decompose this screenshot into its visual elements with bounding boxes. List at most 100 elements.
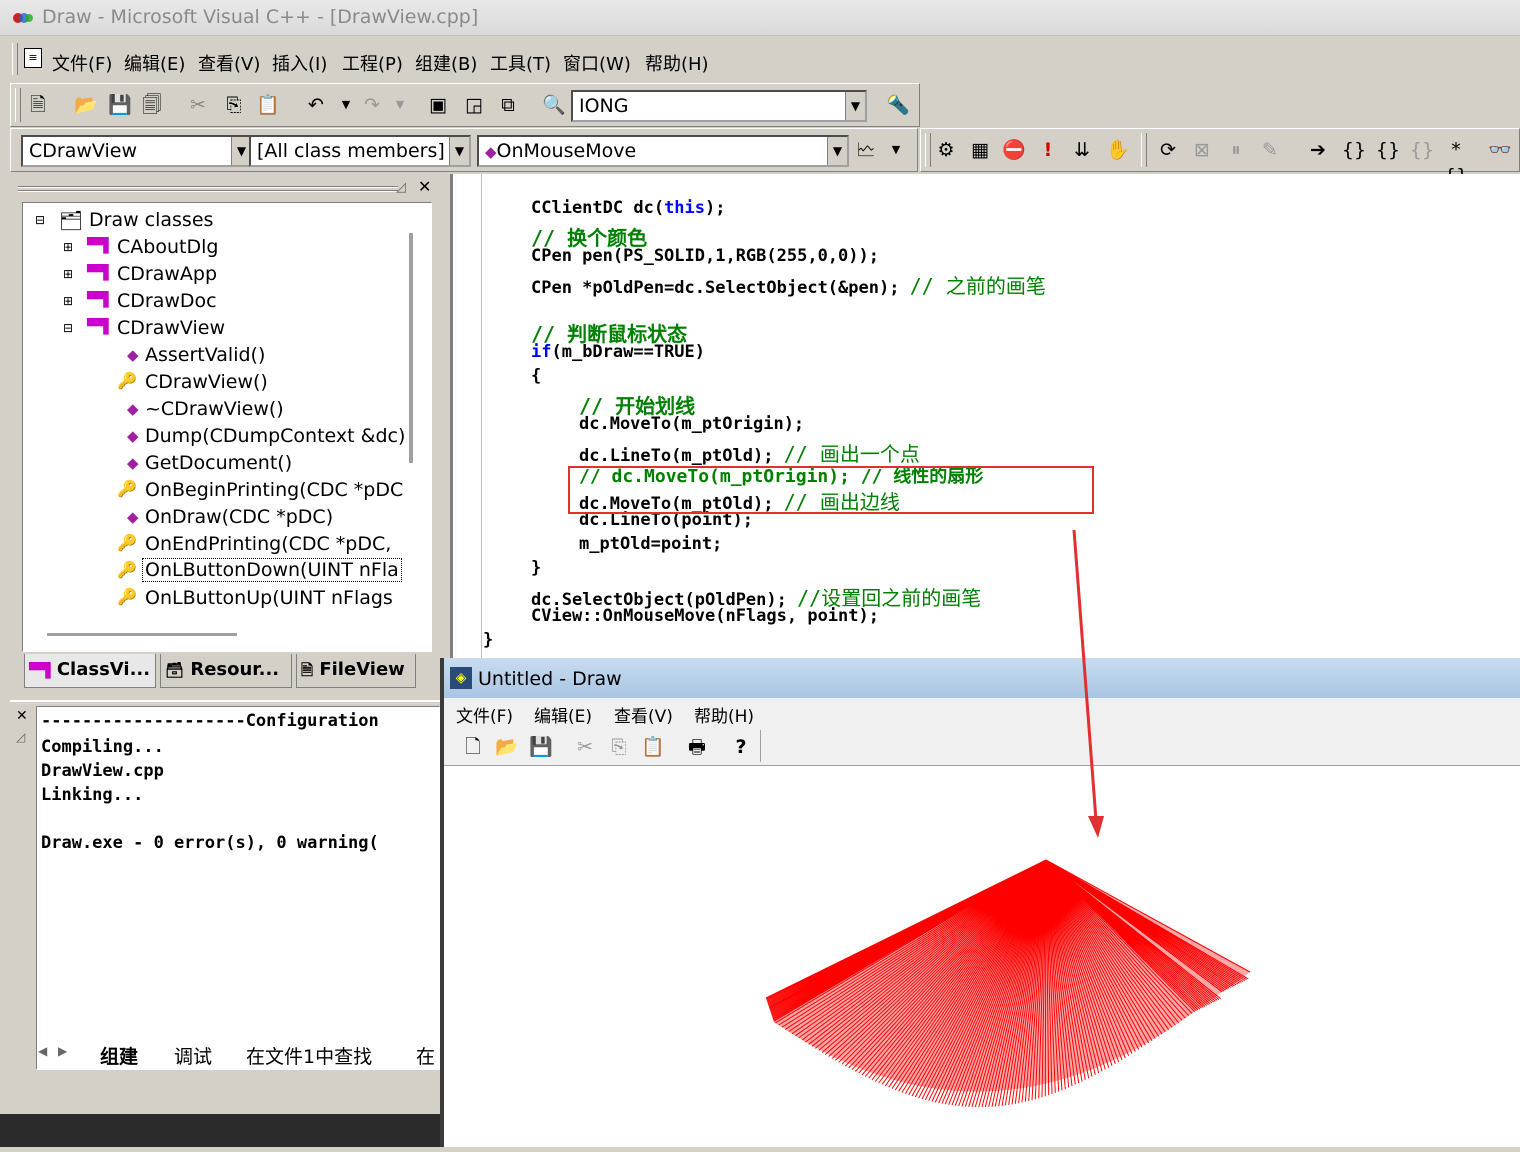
step-into-icon[interactable]: {} <box>1341 137 1367 163</box>
member-item[interactable]: OnLButtonUp(UINT nFlags <box>145 587 393 609</box>
tab-build[interactable]: 组建 <box>100 1042 138 1069</box>
tab-resourceview[interactable]: 🗃 Resour... <box>160 654 292 688</box>
window-list-icon[interactable]: ⧉ <box>495 92 521 118</box>
member-item[interactable]: Dump(CDumpContext &dc) <box>145 425 405 447</box>
toolbar-grip[interactable] <box>15 88 21 122</box>
maximize-pane-icon[interactable]: ◿ <box>396 180 406 195</box>
find-in-files-icon[interactable]: 🔍 <box>541 92 567 118</box>
paste-icon[interactable]: 📋 <box>640 734 666 760</box>
expand-icon[interactable]: ⊞ <box>63 267 73 281</box>
apply-code-changes-icon[interactable]: ✎ <box>1257 137 1283 163</box>
cut-icon[interactable]: ✂ <box>572 734 598 760</box>
maximize-pane-icon[interactable]: ◿ <box>16 730 25 744</box>
menu-build[interactable]: 组建(B) <box>415 50 477 76</box>
member-combo[interactable]: ◆OnMouseMove ▼ <box>477 135 849 167</box>
close-pane-icon[interactable]: ✕ <box>418 177 431 196</box>
tab-debug[interactable]: 调试 <box>174 1042 212 1069</box>
save-icon[interactable]: 💾 <box>528 734 554 760</box>
member-item[interactable]: OnBeginPrinting(CDC *pDC <box>145 479 403 501</box>
chevron-down-icon[interactable]: ▼ <box>231 137 251 165</box>
run-to-cursor-icon[interactable]: *{} <box>1443 137 1469 187</box>
draw-menu-file[interactable]: 文件(F) <box>456 702 513 727</box>
cut-icon[interactable]: ✂ <box>185 92 211 118</box>
member-item-selected[interactable]: OnLButtonDown(UINT nFla <box>142 558 402 582</box>
expand-icon[interactable]: ⊞ <box>63 294 73 308</box>
class-combo[interactable]: CDrawView ▼ <box>21 135 253 167</box>
menu-file[interactable]: 文件(F) <box>52 50 112 76</box>
class-item[interactable]: CDrawDoc <box>117 290 217 312</box>
break-icon[interactable]: ⏸ <box>1223 137 1249 163</box>
find-combo[interactable]: IONG ▼ <box>571 90 867 122</box>
tree-root[interactable]: Draw classes <box>89 209 213 231</box>
breakpoint-icon[interactable]: ✋ <box>1105 137 1131 163</box>
workspace-icon[interactable]: ▣ <box>425 92 451 118</box>
quickwatch-icon[interactable]: 👓 <box>1487 137 1513 163</box>
member-item[interactable]: OnEndPrinting(CDC *pDC, <box>145 533 391 555</box>
execute-icon[interactable]: ! <box>1035 137 1061 163</box>
draw-menu-edit[interactable]: 编辑(E) <box>534 702 592 727</box>
member-item[interactable]: AssertValid() <box>145 344 265 366</box>
collapse-icon[interactable]: ⊟ <box>35 213 45 227</box>
compile-icon[interactable]: ⚙ <box>933 137 959 163</box>
stop-debug-icon[interactable]: ⊠ <box>1189 137 1215 163</box>
member-item[interactable]: OnDraw(CDC *pDC) <box>145 506 333 528</box>
redo-icon[interactable]: ↷ <box>359 92 385 118</box>
help-icon[interactable]: ? <box>728 734 754 760</box>
wizard-action-dropdown-icon[interactable]: ▼ <box>883 137 909 163</box>
chevron-down-icon[interactable]: ▼ <box>827 137 847 165</box>
tab-classview[interactable]: ▀▜ ClassVi... <box>24 654 156 688</box>
find-icon[interactable]: 🔦 <box>885 92 911 118</box>
chevron-down-icon[interactable]: ▼ <box>449 137 469 165</box>
tab-fileview[interactable]: 🗎 FileView <box>296 654 416 688</box>
pane-grip[interactable] <box>18 186 398 188</box>
stop-build-icon[interactable]: ⛔ <box>1001 137 1027 163</box>
menu-window[interactable]: 窗口(W) <box>563 50 631 76</box>
save-all-icon[interactable]: 🗐 <box>139 92 165 118</box>
step-over-icon[interactable]: {} <box>1375 137 1401 163</box>
filter-combo[interactable]: [All class members] ▼ <box>249 135 471 167</box>
menu-project[interactable]: 工程(P) <box>342 50 403 76</box>
show-next-statement-icon[interactable]: ➔ <box>1305 137 1331 163</box>
member-item[interactable]: ~CDrawView() <box>145 398 284 420</box>
draw-menu-view[interactable]: 查看(V) <box>614 702 673 727</box>
output-window-icon[interactable]: ◲ <box>461 92 487 118</box>
open-icon[interactable]: 📂 <box>73 92 99 118</box>
save-icon[interactable]: 💾 <box>107 92 133 118</box>
undo-dropdown-icon[interactable]: ▼ <box>333 92 359 118</box>
horizontal-scrollbar[interactable] <box>47 633 237 636</box>
tab-find-in-files-1[interactable]: 在文件1中查找 <box>246 1042 372 1069</box>
draw-canvas[interactable] <box>444 766 1520 1147</box>
vertical-scrollbar[interactable] <box>409 233 413 463</box>
toolbar-grip[interactable] <box>925 133 931 167</box>
tab-scroll-right-icon[interactable]: ▶ <box>58 1044 67 1058</box>
class-item[interactable]: CDrawView <box>117 317 225 339</box>
menu-insert[interactable]: 插入(I) <box>272 50 327 76</box>
class-item[interactable]: CAboutDlg <box>117 236 218 258</box>
chevron-down-icon[interactable]: ▼ <box>845 92 865 120</box>
step-out-icon[interactable]: {} <box>1409 137 1435 163</box>
menu-tools[interactable]: 工具(T) <box>490 50 551 76</box>
member-item[interactable]: CDrawView() <box>145 371 268 393</box>
open-icon[interactable]: 📂 <box>494 734 520 760</box>
expand-icon[interactable]: ⊞ <box>63 240 73 254</box>
close-pane-icon[interactable]: ✕ <box>16 708 28 724</box>
copy-icon[interactable]: ⎘ <box>221 92 247 118</box>
menu-edit[interactable]: 编辑(E) <box>124 50 185 76</box>
menu-view[interactable]: 查看(V) <box>198 50 260 76</box>
code-editor[interactable]: CClientDC dc(this); // 换个颜色 CPen pen(PS_… <box>450 174 1520 658</box>
wizard-action-icon[interactable]: 🗠 <box>853 137 879 163</box>
print-icon[interactable]: 🖶 <box>684 734 710 760</box>
draw-menu-help[interactable]: 帮助(H) <box>694 702 754 727</box>
go-icon[interactable]: ⇊ <box>1069 137 1095 163</box>
toolbar-grip[interactable] <box>1141 133 1147 167</box>
menu-grip[interactable] <box>12 43 18 75</box>
member-item[interactable]: GetDocument() <box>145 452 292 474</box>
collapse-icon[interactable]: ⊟ <box>63 321 73 335</box>
copy-icon[interactable]: ⎘ <box>606 734 632 760</box>
redo-dropdown-icon[interactable]: ▼ <box>387 92 413 118</box>
new-icon[interactable]: 🗋 <box>460 734 486 760</box>
restart-icon[interactable]: ⟳ <box>1155 137 1181 163</box>
class-item[interactable]: CDrawApp <box>117 263 217 285</box>
output-text[interactable]: --------------------Configuration Compil… <box>36 706 440 1070</box>
tab-find-in-files-2[interactable]: 在 <box>416 1042 435 1069</box>
